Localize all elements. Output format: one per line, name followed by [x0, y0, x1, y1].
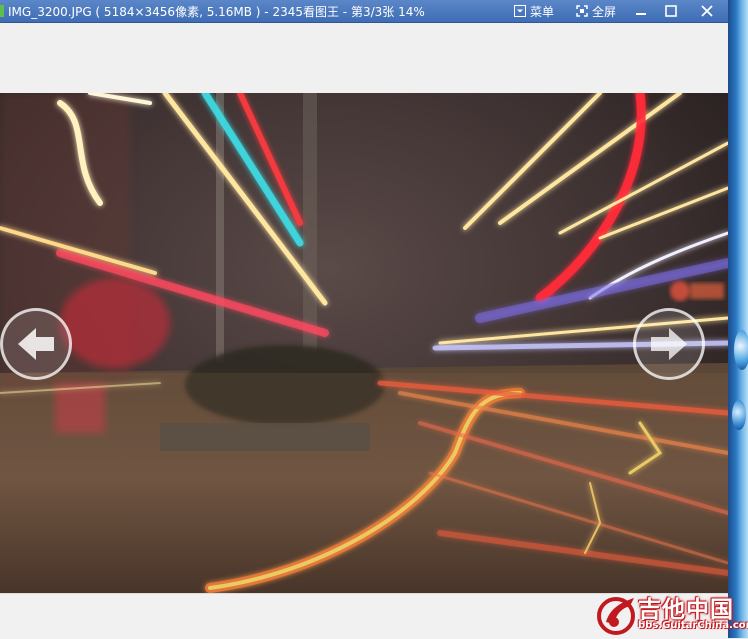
title-bar: IMG_3200.JPG ( 5184×3456像素, 5.16MB ) - 2… — [0, 0, 728, 23]
site-watermark: 吉他中国 bbs.GuitarChina.com — [596, 590, 748, 638]
arrow-left-icon — [18, 328, 54, 360]
close-button[interactable] — [692, 0, 722, 22]
app-icon — [0, 5, 4, 17]
arrow-right-icon — [651, 328, 687, 360]
next-image-button[interactable] — [633, 308, 705, 380]
close-icon — [701, 5, 713, 17]
fullscreen-button[interactable]: 全屏 — [576, 0, 616, 22]
watermark-brand: 吉他中国 — [638, 597, 734, 623]
window-title: IMG_3200.JPG ( 5184×3456像素, 5.16MB ) - 2… — [8, 5, 425, 19]
water-drop-decoration — [734, 330, 748, 370]
desktop-background — [728, 0, 748, 638]
minimize-icon — [636, 13, 646, 15]
night-street-photo — [0, 93, 728, 593]
dropdown-box-icon — [514, 5, 526, 17]
fullscreen-label: 全屏 — [592, 4, 617, 19]
guitar-logo-icon — [597, 597, 635, 635]
water-drop-decoration — [732, 400, 746, 430]
menu-label: 菜单 — [530, 4, 555, 19]
fullscreen-icon — [576, 5, 588, 17]
maximize-icon — [665, 5, 677, 17]
viewer-top-area — [0, 23, 728, 93]
photo-canvas[interactable] — [0, 93, 728, 593]
watermark-url: bbs.GuitarChina.com — [638, 620, 748, 631]
minimize-button[interactable] — [626, 0, 656, 22]
maximize-button[interactable] — [656, 0, 686, 22]
previous-image-button[interactable] — [0, 308, 72, 380]
menu-button[interactable]: 菜单 — [514, 0, 554, 22]
